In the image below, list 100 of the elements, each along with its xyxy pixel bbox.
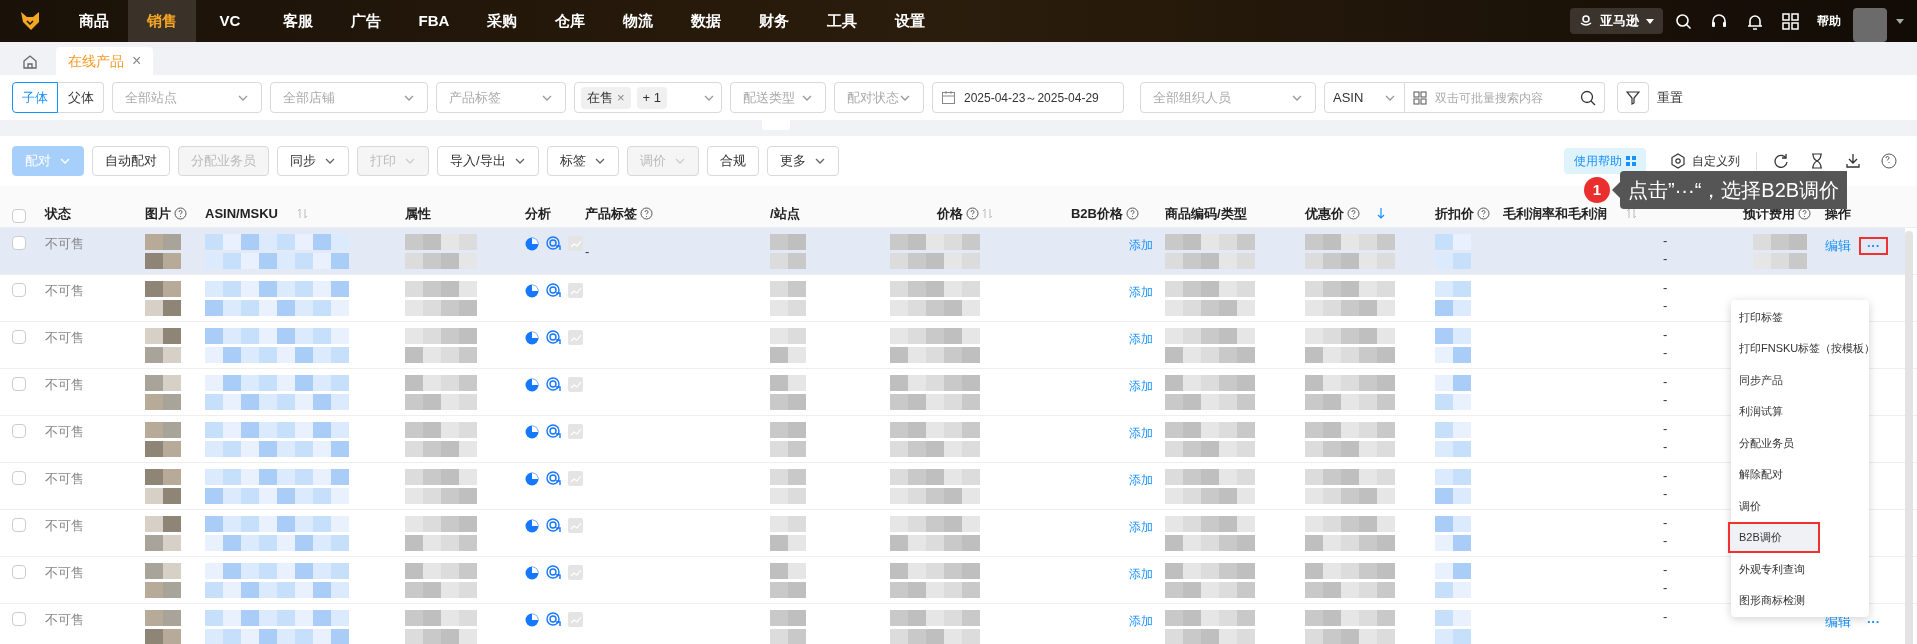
nav-item[interactable]: 物流 [604,0,672,42]
target-icon[interactable] [546,330,561,345]
target-icon[interactable] [546,612,561,627]
pie-chart-icon[interactable] [525,612,539,627]
column-header: 优惠价 [1305,204,1344,223]
dash-text: - [1663,438,1668,456]
toolbar-button[interactable]: 导入/导出 [437,146,539,176]
toolbar-button[interactable]: 更多 [766,146,839,176]
nav-item[interactable]: 商品 [60,0,128,42]
toolbar-button[interactable]: 标签 [546,146,619,176]
pie-chart-icon[interactable] [525,518,539,533]
menu-item[interactable]: 调价 [1731,490,1869,522]
filter-tag[interactable]: + 1 [636,86,668,109]
pie-chart-icon[interactable] [525,377,539,392]
search-box[interactable]: 双击可批量搜索内容 [1405,82,1605,113]
target-icon[interactable] [546,283,561,298]
bell-icon[interactable] [1746,12,1764,30]
date-range-field[interactable]: 2025-04-23～2025-04-29 [932,82,1124,113]
sort-icon[interactable] [1626,206,1637,220]
dash-text: - [1663,279,1668,297]
help-link[interactable]: 帮助 [1817,12,1841,30]
menu-item[interactable]: B2B调价 [1728,521,1820,553]
search-field[interactable]: 双击可批量搜索内容 [1435,88,1572,107]
column-header: 价格 [937,204,963,223]
apps-icon[interactable] [1782,12,1799,30]
target-icon[interactable] [546,518,561,533]
menu-item[interactable]: 解除配对 [1731,458,1869,490]
blurred-text [1435,281,1471,316]
search-icon[interactable] [1580,89,1596,106]
menu-item[interactable]: 打印标签 [1731,301,1869,333]
blurred-text [405,516,477,551]
menu-item[interactable]: 打印FNSKU标签（按模板） [1731,332,1869,364]
platform-select[interactable]: 亚马逊 [1570,8,1663,34]
blurred-text [770,516,806,551]
tag-label: 在售 [587,88,613,107]
pie-chart-icon[interactable] [525,330,539,345]
refresh-icon[interactable] [1773,153,1789,169]
status-text: 不可售 [45,564,85,582]
menu-item[interactable]: 分配业务员 [1731,427,1869,459]
toolbar-button[interactable]: 合规 [706,146,759,176]
pie-chart-icon[interactable] [525,565,539,580]
checkbox[interactable] [12,283,26,297]
checkbox[interactable] [12,471,26,485]
pie-chart-icon[interactable] [525,236,539,251]
checkbox[interactable] [12,612,26,626]
nav-item[interactable]: 设置 [876,0,944,42]
scrollbar[interactable] [1905,231,1913,644]
search-type-select[interactable]: ASIN [1324,82,1405,113]
target-icon[interactable] [546,236,561,251]
nav-item[interactable]: 广告 [332,0,400,42]
target-icon[interactable] [546,424,561,439]
nav-item[interactable]: 数据 [672,0,740,42]
nav-item[interactable]: 财务 [740,0,808,42]
sort-down-icon[interactable] [1377,206,1385,220]
toolbar-button[interactable]: 自动配对 [92,146,170,176]
help-icon[interactable] [1881,153,1897,169]
filter-button[interactable] [1617,82,1649,113]
nav-item[interactable]: 仓库 [536,0,604,42]
download-icon[interactable] [1845,153,1861,169]
checkbox[interactable] [12,330,26,344]
checkbox[interactable] [12,565,26,579]
nav-item[interactable]: 客服 [264,0,332,42]
pie-chart-icon[interactable] [525,424,539,439]
reset-button[interactable]: 重置 [1657,87,1683,108]
hourglass-icon[interactable] [1809,153,1825,169]
nav-item[interactable]: 采购 [468,0,536,42]
page-tab[interactable]: 在线产品 × [56,47,154,75]
checkbox[interactable] [12,377,26,391]
segment-button[interactable]: 父体 [58,82,104,113]
columns-button[interactable]: 自定义列 [1670,152,1740,170]
toolbar-button[interactable]: 同步 [277,146,349,176]
target-icon[interactable] [546,565,561,580]
close-button[interactable]: × [132,49,142,73]
home-icon[interactable] [22,53,38,69]
checkbox[interactable] [12,424,26,438]
dash-text: - [1663,561,1668,579]
target-icon[interactable] [546,377,561,392]
search-icon[interactable] [1675,12,1692,30]
nav-item[interactable]: 工具 [808,0,876,42]
nav-item[interactable]: FBA [400,0,468,42]
nav-item[interactable]: 销售 [128,0,196,42]
headset-icon[interactable] [1710,12,1728,30]
filter-tag[interactable]: 在售 × [581,86,631,109]
dash-text: - [1663,532,1668,550]
checkbox[interactable] [12,236,26,250]
checkbox[interactable] [12,209,26,223]
nav-item[interactable]: VC [196,0,264,42]
target-icon[interactable] [546,471,561,486]
pie-chart-icon[interactable] [525,471,539,486]
pie-chart-icon[interactable] [525,283,539,298]
table-row[interactable]: 不可售 - 添加 - - [0,228,1727,274]
blurred-text [770,422,806,457]
checkbox[interactable] [12,518,26,532]
menu-item[interactable]: 同步产品 [1731,364,1869,396]
menu-item[interactable]: 外观专利查询 [1731,553,1869,585]
status-select[interactable]: 在售 × + 1 [574,82,722,113]
menu-item[interactable]: 利润试算 [1731,395,1869,427]
column-header: 状态 [45,204,71,223]
caret-icon [1645,17,1655,25]
dash-text: - [1663,420,1668,438]
